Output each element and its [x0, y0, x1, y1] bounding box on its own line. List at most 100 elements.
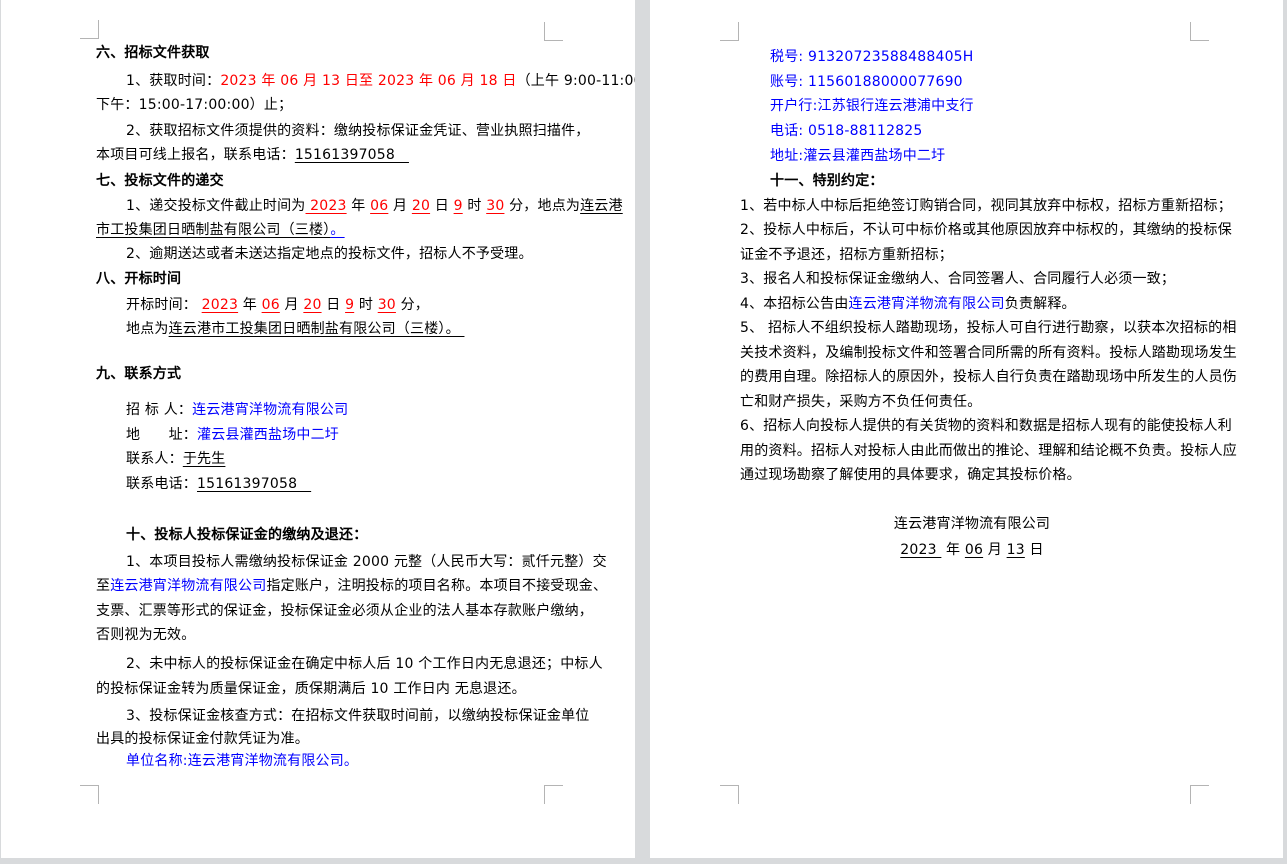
- text-segment: 六、招标文件获取: [96, 45, 210, 61]
- text-line: 开户行:江苏银行连云港浦中支行: [770, 97, 974, 115]
- text-segment: 市工投集团日晒制盐有限公司（三楼）: [96, 222, 330, 238]
- text-segment: ，地点为: [523, 198, 580, 214]
- text-segment: 连云港: [580, 198, 623, 214]
- text-segment: 九、联系方式: [96, 366, 181, 382]
- text-segment: 招 标 人：: [126, 402, 192, 418]
- text-segment: 关技术资料，及编制投标文件和签署合同所需的所有资料。投标人踏勘现场发生: [740, 345, 1237, 361]
- text-segment: 的费用自理。除招标人的原因外，投标人自行负责在踏勘现场中所发生的人员伤: [740, 369, 1237, 385]
- text-segment: 本项目可线上报名，联系电话：: [96, 147, 295, 163]
- text-line: 账号: 11560188000077690: [770, 73, 963, 91]
- text-segment: 月: [388, 198, 412, 214]
- text-segment: 联系人：: [126, 451, 183, 467]
- text-segment: 地址:灌云县灌西盐场中二圩: [770, 148, 945, 164]
- text-segment: 3、投标保证金核查方式：在招标文件获取时间前，以缴纳投标保证金单位: [126, 708, 590, 724]
- text-segment: 证金不予退还，招标方重新招标；: [740, 247, 953, 263]
- margin-crop-mark: [720, 785, 739, 804]
- text-line: 4、本招标公告由连云港宵洋物流有限公司负责解释。: [740, 295, 1076, 313]
- text-line: 至连云港宵洋物流有限公司指定账户，注明投标的项目名称。本项目不接受现金、: [96, 577, 607, 595]
- text-segment: 06: [965, 542, 983, 558]
- text-segment: 06: [262, 297, 280, 313]
- text-segment: 15161397058: [295, 147, 409, 163]
- margin-crop-mark: [544, 785, 563, 804]
- text-segment: 时: [354, 297, 378, 313]
- text-segment: 开标时间：: [126, 297, 202, 313]
- text-line: 联系电话：15161397058: [126, 475, 311, 493]
- text-segment: 2、逾期送达或者未送达指定地点的投标文件，招标人不予受理。: [126, 246, 533, 262]
- text-line: 的投标保证金转为质量保证金，质保期满后 10 工作日内 无息退还。: [96, 680, 526, 698]
- text-line: 市工投集团日晒制盐有限公司（三楼）。: [96, 221, 345, 239]
- text-line: 5、 招标人不组织投标人踏勘现场，投标人可自行进行勘察，以获本次招标的相: [740, 319, 1237, 337]
- text-segment: （上午 9:00-11:00，: [517, 73, 635, 89]
- text-segment: 亡和财产损失，采购方不负任何责任。: [740, 394, 981, 410]
- text-line: 单位名称:连云港宵洋物流有限公司。: [126, 752, 358, 770]
- text-segment: 年: [941, 542, 965, 558]
- text-segment: 06: [370, 198, 388, 214]
- text-segment: 连云港宵洋物流有限公司: [192, 402, 348, 418]
- margin-crop-mark: [1190, 785, 1209, 804]
- text-line: 2、未中标人的投标保证金在确定中标人后 10 个工作日内无息退还；中标人: [126, 655, 603, 673]
- text-segment: 指定账户，注明投标的项目名称。本项目不接受现金、: [266, 578, 607, 594]
- text-segment: 2023: [900, 542, 941, 558]
- text-segment: 地点为: [126, 321, 169, 337]
- text-segment: 20: [303, 297, 321, 313]
- margin-crop-mark: [544, 22, 563, 41]
- text-segment: 通过现场勘察了解使用的具体要求，确定其投标价格。: [740, 467, 1081, 483]
- text-segment: 税号: 91320723588488405H: [770, 49, 974, 65]
- text-line: 税号: 91320723588488405H: [770, 48, 974, 66]
- text-segment: 否则视为无效。: [96, 627, 195, 643]
- text-segment: 开户行:江苏银行连云港浦中支行: [770, 98, 974, 114]
- text-segment: 分: [504, 198, 523, 214]
- text-line: 的费用自理。除招标人的原因外，投标人自行负责在踏勘现场中所发生的人员伤: [740, 368, 1237, 386]
- text-segment: 4、本招标公告由: [740, 296, 849, 312]
- section-heading: 十、投标人投标保证金的缴纳及退还：: [126, 526, 367, 544]
- text-line: 支票、汇票等形式的保证金，投标保证金必须从企业的法人基本存款账户缴纳，: [96, 602, 593, 620]
- text-segment: 至: [96, 578, 110, 594]
- text-segment: 年: [347, 198, 371, 214]
- text-segment: 支票、汇票等形式的保证金，投标保证金必须从企业的法人基本存款账户缴纳，: [96, 603, 593, 619]
- text-segment: 1、递交投标文件截止时间为: [126, 198, 306, 214]
- text-line: 电话: 0518-88112825: [770, 122, 923, 140]
- text-line: 6、招标人向投标人提供的有关货物的资料和数据是招标人现有的能使投标人利: [740, 417, 1232, 435]
- text-segment: 年: [238, 297, 262, 313]
- text-line: 开标时间： 2023 年 06 月 20 日 9 时 30 分，: [126, 296, 429, 314]
- document-page-1[interactable]: 六、招标文件获取1、获取时间：2023 年 06 月 13 日至 2023 年 …: [1, 0, 635, 858]
- section-heading: 九、联系方式: [96, 365, 181, 383]
- text-segment: 单位名称:连云港宵洋物流有限公司。: [126, 753, 358, 769]
- document-page-2[interactable]: 税号: 91320723588488405H 账号: 11560188000077…: [650, 0, 1283, 858]
- text-segment: 日: [430, 198, 454, 214]
- text-segment: 时: [463, 198, 487, 214]
- text-segment: 十一、特别约定：: [770, 173, 884, 189]
- margin-crop-mark: [720, 22, 739, 41]
- text-segment: 1、本项目投标人需缴纳投标保证金 2000 元整（人民币大写：贰仟元整）交: [126, 554, 607, 570]
- text-line: 地址:灌云县灌西盐场中二圩: [770, 147, 945, 165]
- text-line: 连云港宵洋物流有限公司: [746, 515, 1198, 533]
- text-segment: 电话: 0518-88112825: [770, 123, 923, 139]
- text-segment: 连云港宵洋物流有限公司: [849, 296, 1005, 312]
- text-line: 2023 年 06 月 13 日: [746, 541, 1198, 559]
- text-line: 地点为连云港市工投集团日晒制盐有限公司（三楼）。: [126, 320, 464, 338]
- text-segment: 6、招标人向投标人提供的有关货物的资料和数据是招标人现有的能使投标人利: [740, 418, 1232, 434]
- text-segment: 灌云县灌西盐场中二圩: [197, 427, 339, 443]
- text-line: 用的资料。招标人对投标人由此而做出的推论、理解和结论概不负责。投标人应: [740, 442, 1237, 460]
- margin-crop-mark: [1190, 22, 1209, 41]
- text-line: 下午：15:00-17:00:00）止；: [96, 96, 292, 114]
- text-line: 招 标 人：连云港宵洋物流有限公司: [126, 401, 348, 419]
- text-segment: 15161397058: [197, 476, 311, 492]
- text-segment: 连云港宵洋物流有限公司: [894, 516, 1050, 532]
- text-segment: 13: [1007, 542, 1025, 558]
- text-segment: 的投标保证金转为质量保证金，质保期满后 10 工作日内 无息退还。: [96, 681, 526, 697]
- text-segment: 1、若中标人中标后拒绝签订购销合同，视同其放弃中标权，招标方重新招标；: [740, 198, 1232, 214]
- text-segment: 2、未中标人的投标保证金在确定中标人后 10 个工作日内无息退还；中标人: [126, 656, 603, 672]
- text-segment: 于先生: [183, 451, 226, 467]
- text-segment: 分，: [396, 297, 429, 313]
- text-segment: 2023 年 06 月 13 日至 2023 年 06 月 18 日: [220, 73, 516, 89]
- section-heading: 十一、特别约定：: [770, 172, 884, 190]
- text-segment: 负责解释。: [1005, 296, 1076, 312]
- text-segment: 。: [330, 222, 344, 238]
- text-segment: 月: [983, 542, 1007, 558]
- section-heading: 八、开标时间: [96, 270, 181, 288]
- text-segment: 20: [412, 198, 430, 214]
- text-segment: 用的资料。招标人对投标人由此而做出的推论、理解和结论概不负责。投标人应: [740, 443, 1237, 459]
- text-line: 3、投标保证金核查方式：在招标文件获取时间前，以缴纳投标保证金单位: [126, 707, 590, 725]
- text-segment: 下午：15:00-17:00:00）止；: [96, 97, 292, 113]
